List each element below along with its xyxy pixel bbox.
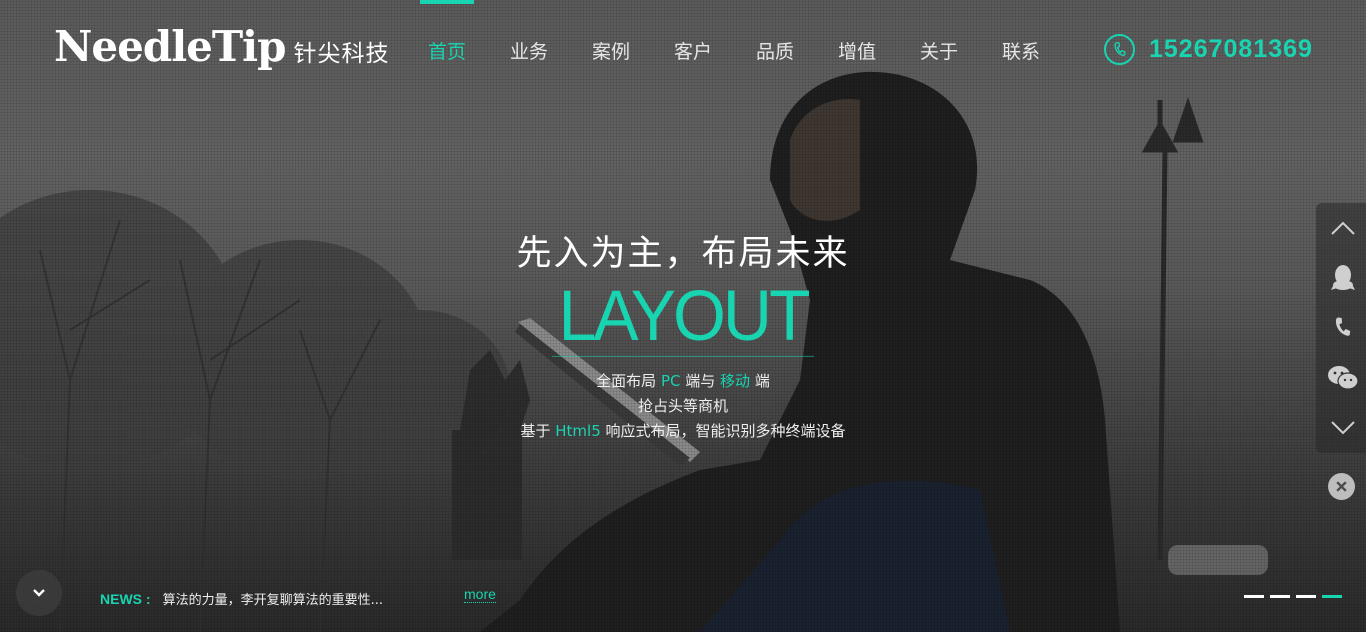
phone-icon: [1104, 34, 1135, 65]
hero-description: 全面布局 PC 端与 移动 端 抢占头等商机 基于 Html5 响应式布局，智能…: [0, 369, 1366, 444]
phone-icon[interactable]: [1316, 303, 1366, 353]
nav-item-cases[interactable]: 案例: [570, 0, 652, 100]
logo-text-cn: 针尖科技: [293, 41, 390, 67]
nav-item-about[interactable]: 关于: [898, 0, 980, 100]
qq-icon[interactable]: [1316, 253, 1366, 303]
nav-item-label: 品质: [755, 41, 794, 63]
chevron-down-icon[interactable]: [1316, 403, 1366, 453]
close-icon[interactable]: [1328, 473, 1355, 500]
nav-item-label: 业务: [509, 41, 548, 63]
floating-sidebar: [1316, 203, 1366, 453]
nav-item-contact[interactable]: 联系: [980, 0, 1062, 100]
nav-item-label: 联系: [1001, 41, 1040, 63]
hero-title: 先入为主，布局未来: [516, 234, 850, 274]
hero-big-word: LAYOUT: [552, 278, 814, 357]
nav-item-label: 增值: [837, 41, 876, 63]
chevron-down-icon: [33, 589, 45, 597]
hero-line-3: 基于 Html5 响应式布局，智能识别多种终端设备: [0, 419, 1366, 444]
header-phone[interactable]: 15267081369: [1104, 34, 1313, 65]
wechat-icon[interactable]: [1316, 353, 1366, 403]
nav-item-label: 客户: [673, 41, 712, 63]
nav-item-home[interactable]: 首页: [406, 0, 488, 100]
slider-dot[interactable]: [1296, 595, 1316, 598]
nav-item-value-added[interactable]: 增值: [816, 0, 898, 100]
nav-item-label: 首页: [427, 41, 466, 63]
nav-item-quality[interactable]: 品质: [734, 0, 816, 100]
slider-dot-active[interactable]: [1322, 595, 1342, 598]
slider-dot[interactable]: [1270, 595, 1290, 598]
slider-pagination: [1244, 595, 1342, 598]
phone-number: 15267081369: [1149, 35, 1313, 63]
hero-line-1-mobile: 移动: [720, 372, 751, 390]
logo[interactable]: NeedleTip 针尖科技: [54, 22, 389, 71]
news-label: NEWS :: [100, 590, 151, 607]
main-nav: 首页 业务 案例 客户 品质 增值 关于 联系: [406, 0, 1062, 100]
hero-line-1-pc: PC: [660, 372, 681, 390]
hero-line-1: 全面布局 PC 端与 移动 端: [0, 369, 1366, 394]
hero-line-3-part-c: 响应式布局，智能识别多种终端设备: [600, 422, 846, 440]
nav-item-label: 关于: [919, 41, 958, 63]
hero-section: 先入为主，布局未来 LAYOUT 全面布局 PC 端与 移动 端 抢占头等商机 …: [0, 225, 1366, 444]
scroll-down-button[interactable]: [16, 570, 62, 616]
chevron-up-icon[interactable]: [1316, 203, 1366, 253]
news-headline[interactable]: 算法的力量，李开复聊算法的重要性...: [163, 589, 459, 608]
nav-item-label: 案例: [591, 41, 630, 63]
nav-item-business[interactable]: 业务: [488, 0, 570, 100]
slider-dot[interactable]: [1244, 595, 1264, 598]
news-more-link[interactable]: more: [464, 586, 496, 603]
hero-line-3-html5: Html5: [555, 422, 601, 440]
hero-line-3-part-a: 基于: [520, 422, 556, 440]
nav-item-clients[interactable]: 客户: [652, 0, 734, 100]
hero-line-2: 抢占头等商机: [637, 397, 728, 415]
logo-text-en: NeedleTip: [54, 22, 286, 71]
hero-line-1-part-c: 端与: [680, 372, 721, 390]
news-ticker: NEWS : 算法的力量，李开复聊算法的重要性...: [100, 589, 459, 609]
hero-line-1-part-e: 端: [750, 372, 770, 390]
hero-line-1-part-a: 全面布局: [596, 372, 661, 390]
